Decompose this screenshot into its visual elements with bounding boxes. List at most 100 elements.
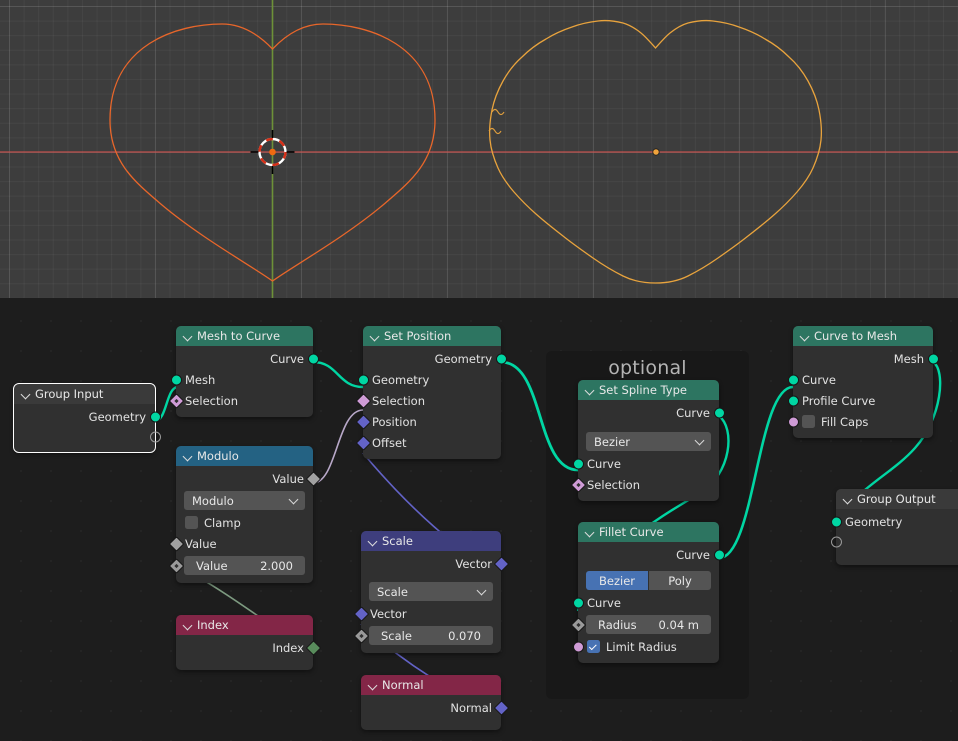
node-header[interactable]: Fillet Curve <box>578 522 719 542</box>
node-set-spline-type[interactable]: Set Spline Type Curve Bezier Curve Selec… <box>570 380 725 501</box>
socket-geometry-in[interactable] <box>830 516 842 527</box>
node-output-value[interactable]: Value <box>176 468 321 489</box>
node-input-value-1[interactable]: Value <box>168 533 313 554</box>
node-output-virtual[interactable] <box>14 427 161 446</box>
node-input-scale[interactable]: Scale 0.070 <box>353 624 501 647</box>
operation-dropdown[interactable]: Scale <box>369 582 493 601</box>
node-input-virtual[interactable] <box>830 532 958 551</box>
node-input-curve[interactable]: Curve <box>787 369 933 390</box>
socket-geometry-in[interactable] <box>357 374 369 385</box>
chevron-down-icon[interactable] <box>21 390 30 399</box>
socket-virtual-in[interactable] <box>830 536 842 547</box>
socket-geometry-in[interactable] <box>572 597 584 608</box>
node-modulo[interactable]: Modulo Value Modulo Clamp Value Value 2.… <box>168 446 321 583</box>
node-title: Set Spline Type <box>599 383 687 397</box>
radius-number-field[interactable]: Radius 0.04 m <box>586 615 711 634</box>
socket-geometry-in[interactable] <box>572 458 584 469</box>
socket-virtual-out[interactable] <box>149 431 161 442</box>
node-body: Geometry Geometry Selection Position Off… <box>355 346 507 459</box>
clamp-checkbox-row[interactable]: Clamp <box>176 512 313 533</box>
chevron-down-icon[interactable] <box>585 528 594 537</box>
node-group-output[interactable]: Group Output Geometry <box>830 489 958 565</box>
socket-geometry-in[interactable] <box>787 374 799 385</box>
socket-geometry-out[interactable] <box>149 411 161 422</box>
node-input-vector[interactable]: Vector <box>353 603 501 624</box>
node-mesh-to-curve[interactable]: Mesh to Curve Curve Mesh Selection <box>168 326 319 417</box>
node-input-value-2[interactable]: Value 2.000 <box>168 554 313 577</box>
node-output-index[interactable]: Index <box>176 637 321 658</box>
node-output-vector[interactable]: Vector <box>361 553 509 574</box>
node-input-selection[interactable]: Selection <box>168 390 313 411</box>
node-output-curve[interactable]: Curve <box>578 544 725 565</box>
checkbox[interactable] <box>587 640 600 653</box>
node-set-position[interactable]: Set Position Geometry Geometry Selection <box>355 326 507 459</box>
socket-geometry-out[interactable] <box>307 353 319 364</box>
node-normal[interactable]: Normal Normal <box>361 675 509 730</box>
node-input-selection[interactable]: Selection <box>355 390 501 411</box>
node-input-profile-curve[interactable]: Profile Curve <box>787 390 933 411</box>
node-header[interactable]: Scale <box>361 531 501 551</box>
chevron-down-icon[interactable] <box>370 332 379 341</box>
node-header[interactable]: Index <box>176 615 313 635</box>
socket-geometry-out[interactable] <box>713 549 725 560</box>
node-input-curve[interactable]: Curve <box>572 592 719 613</box>
chevron-down-icon[interactable] <box>183 452 192 461</box>
chevron-down-icon[interactable] <box>843 495 852 504</box>
node-input-selection[interactable]: Selection <box>570 474 719 495</box>
segmented-option-bezier[interactable]: Bezier <box>586 571 648 590</box>
chevron-down-icon[interactable] <box>800 332 809 341</box>
node-group-input[interactable]: Group Input Geometry <box>13 383 161 453</box>
node-output-normal[interactable]: Normal <box>361 697 509 718</box>
socket-geometry-in[interactable] <box>170 374 182 385</box>
node-output-curve[interactable]: Curve <box>176 348 319 369</box>
node-input-radius[interactable]: Radius 0.04 m <box>570 613 719 636</box>
operation-dropdown[interactable]: Modulo <box>184 491 305 510</box>
node-header[interactable]: Group Input <box>14 384 155 404</box>
node-output-geometry[interactable]: Geometry <box>14 406 161 427</box>
fillet-mode-segmented[interactable]: Bezier Poly <box>586 571 711 590</box>
node-header[interactable]: Mesh to Curve <box>176 326 313 346</box>
chevron-down-icon[interactable] <box>368 681 377 690</box>
checkbox[interactable] <box>802 415 815 428</box>
spline-type-dropdown[interactable]: Bezier <box>586 432 711 451</box>
node-input-geometry[interactable]: Geometry <box>830 511 958 532</box>
node-input-offset[interactable]: Offset <box>355 432 501 453</box>
fill-caps-row[interactable]: Fill Caps <box>787 411 933 432</box>
chevron-down-icon[interactable] <box>368 537 377 546</box>
chevron-down-icon[interactable] <box>183 621 192 630</box>
node-output-geometry[interactable]: Geometry <box>363 348 507 369</box>
node-header[interactable]: Modulo <box>176 446 313 466</box>
node-title: Normal <box>382 678 424 692</box>
node-output-curve[interactable]: Curve <box>578 402 725 423</box>
node-header[interactable]: Set Spline Type <box>578 380 719 400</box>
checkbox[interactable] <box>185 516 198 529</box>
node-header[interactable]: Curve to Mesh <box>793 326 933 346</box>
socket-boolean-in[interactable] <box>572 641 584 652</box>
scale-number-field[interactable]: Scale 0.070 <box>369 626 493 645</box>
node-index[interactable]: Index Index <box>176 615 321 670</box>
node-output-mesh[interactable]: Mesh <box>793 348 939 369</box>
node-header[interactable]: Set Position <box>363 326 501 346</box>
value-number-field[interactable]: Value 2.000 <box>184 556 305 575</box>
node-input-position[interactable]: Position <box>355 411 501 432</box>
chevron-down-icon[interactable] <box>183 332 192 341</box>
segmented-option-poly[interactable]: Poly <box>649 571 711 590</box>
node-input-mesh[interactable]: Mesh <box>170 369 313 390</box>
node-header[interactable]: Group Output <box>836 489 958 509</box>
socket-geometry-out[interactable] <box>927 353 939 364</box>
field-label: Value <box>196 558 228 573</box>
socket-boolean-in[interactable] <box>787 416 799 427</box>
socket-geometry-out[interactable] <box>495 353 507 364</box>
node-scale[interactable]: Scale Vector Scale Vector Scale 0.070 <box>353 531 509 653</box>
node-fillet-curve[interactable]: Fillet Curve Curve Bezier Poly Curve Rad… <box>570 522 725 663</box>
socket-geometry-out[interactable] <box>713 407 725 418</box>
socket-geometry-in[interactable] <box>787 395 799 406</box>
node-input-curve[interactable]: Curve <box>572 453 719 474</box>
node-curve-to-mesh[interactable]: Curve to Mesh Mesh Curve Profile Curve F… <box>787 326 939 438</box>
node-header[interactable]: Normal <box>361 675 501 695</box>
node-input-geometry[interactable]: Geometry <box>357 369 501 390</box>
3d-viewport[interactable] <box>0 0 958 298</box>
geometry-node-editor[interactable]: optional Group Input Geometry Mesh to Cu… <box>0 298 958 741</box>
limit-radius-row[interactable]: Limit Radius <box>572 636 719 657</box>
chevron-down-icon[interactable] <box>585 386 594 395</box>
